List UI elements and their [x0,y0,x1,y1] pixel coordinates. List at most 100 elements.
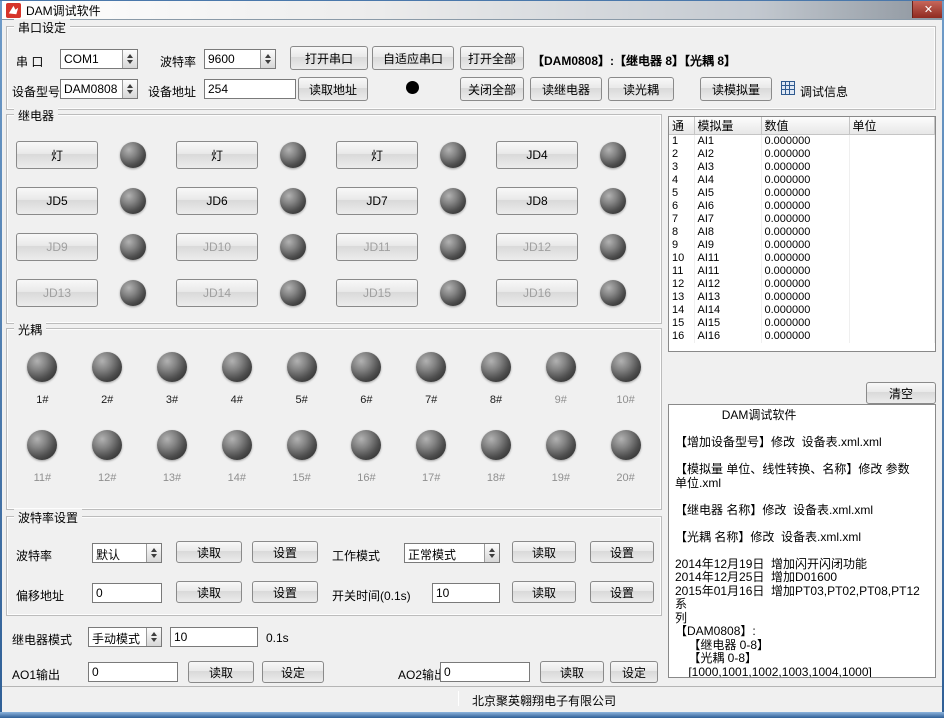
close-button[interactable]: ✕ [912,0,944,18]
analog-table-row[interactable]: 5AI50.000000 [669,187,935,200]
ao2-output-input[interactable] [440,662,530,682]
spinner-icon[interactable] [260,50,275,68]
analog-table-row[interactable]: 4AI40.000000 [669,174,935,187]
baud-read-button[interactable]: 读取 [176,541,242,563]
relay-time-input[interactable] [170,627,258,647]
read-address-button[interactable]: 读取地址 [298,77,368,101]
switchtime-set-button[interactable]: 设置 [590,581,654,603]
spinner-icon[interactable] [122,80,137,98]
relay-button-16[interactable]: JD16 [496,279,578,307]
read-opto-button[interactable]: 读光耦 [608,77,674,101]
relay-button-4[interactable]: JD4 [496,141,578,169]
analog-table-row[interactable]: 1AI10.000000 [669,135,935,149]
col-header-analog[interactable]: 模拟量 [694,117,761,135]
relay-button-2[interactable]: 灯 [176,141,258,169]
clear-button[interactable]: 清空 [866,382,936,404]
relay-indicator-11[interactable] [440,234,466,260]
spinner-icon[interactable] [146,544,161,562]
relay-button-1[interactable]: 灯 [16,141,98,169]
analog-table-row[interactable]: 10AI110.000000 [669,252,935,265]
baud-rate-select[interactable]: 9600 [204,49,276,69]
relay-indicator-8[interactable] [600,188,626,214]
workmode-set-button[interactable]: 设置 [590,541,654,563]
col-header-value[interactable]: 数值 [761,117,849,135]
workmode-read-button[interactable]: 读取 [512,541,576,563]
offset-set-button[interactable]: 设置 [252,581,318,603]
relay-button-14[interactable]: JD14 [176,279,258,307]
relay-indicator-10[interactable] [280,234,306,260]
analog-table-row[interactable]: 15AI150.000000 [669,317,935,330]
relay-indicator-1[interactable] [120,142,146,168]
adaptive-serial-button[interactable]: 自适应串口 [372,46,454,70]
serial-port-select[interactable]: COM1 [60,49,138,69]
work-mode-select[interactable]: 正常模式 [404,543,500,563]
device-model-select[interactable]: DAM0808 [60,79,138,99]
relay-button-13[interactable]: JD13 [16,279,98,307]
open-serial-button[interactable]: 打开串口 [290,46,368,70]
spinner-icon[interactable] [484,544,499,562]
relay-button-7[interactable]: JD7 [336,187,418,215]
analog-table-row[interactable]: 16AI160.000000 [669,330,935,343]
offset-address-input[interactable] [92,583,162,603]
switch-time-input[interactable] [432,583,500,603]
relay-indicator-6[interactable] [280,188,306,214]
baud-set-button[interactable]: 设置 [252,541,318,563]
ao2-read-button[interactable]: 读取 [540,661,604,683]
ao1-set-button[interactable]: 设定 [262,661,324,683]
analog-table-row[interactable]: 14AI140.000000 [669,304,935,317]
relay-button-12[interactable]: JD12 [496,233,578,261]
read-relay-button[interactable]: 读继电器 [530,77,602,101]
ao1-output-input[interactable] [88,662,178,682]
relay-button-8[interactable]: JD8 [496,187,578,215]
baud-setting-select[interactable]: 默认 [92,543,162,563]
relay-button-5[interactable]: JD5 [16,187,98,215]
relay-cell: JD7 [336,187,496,215]
relay-indicator-14[interactable] [280,280,306,306]
analog-table-row[interactable]: 9AI90.000000 [669,239,935,252]
device-address-input[interactable] [204,79,296,99]
relay-button-10[interactable]: JD10 [176,233,258,261]
title-bar[interactable]: DAM调试软件 [2,1,942,20]
relay-button-6[interactable]: JD6 [176,187,258,215]
relay-button-11[interactable]: JD11 [336,233,418,261]
analog-table-row[interactable]: 8AI80.000000 [669,226,935,239]
relay-indicator-15[interactable] [440,280,466,306]
relay-indicator-9[interactable] [120,234,146,260]
info-panel[interactable]: DAM调试软件 【增加设备型号】修改 设备表.xml.xml 【模拟量 单位、线… [668,404,936,678]
analog-table-row[interactable]: 3AI30.000000 [669,161,935,174]
relay-indicator-4[interactable] [600,142,626,168]
analog-table-row[interactable]: 6AI60.000000 [669,200,935,213]
close-all-button[interactable]: 关闭全部 [460,77,524,101]
read-analog-button[interactable]: 读模拟量 [700,77,772,101]
relay-indicator-16[interactable] [600,280,626,306]
analog-table-row[interactable]: 2AI20.000000 [669,148,935,161]
relay-indicator-5[interactable] [120,188,146,214]
col-header-unit[interactable]: 单位 [849,117,935,135]
opto-indicator-13 [157,430,187,460]
relay-indicator-13[interactable] [120,280,146,306]
relay-indicator-12[interactable] [600,234,626,260]
ao2-set-button[interactable]: 设定 [610,661,658,683]
opto-indicator-8 [481,352,511,382]
relay-indicator-2[interactable] [280,142,306,168]
relay-indicator-7[interactable] [440,188,466,214]
offset-read-button[interactable]: 读取 [176,581,242,603]
analog-table-row[interactable]: 11AI110.000000 [669,265,935,278]
switchtime-read-button[interactable]: 读取 [512,581,576,603]
open-all-button[interactable]: 打开全部 [460,46,524,70]
ao1-read-button[interactable]: 读取 [188,661,254,683]
analog-table-row[interactable]: 12AI120.000000 [669,278,935,291]
relay-indicator-3[interactable] [440,142,466,168]
relay-button-9[interactable]: JD9 [16,233,98,261]
spinner-icon[interactable] [146,628,161,646]
col-header-channel[interactable]: 通 [669,117,694,135]
relay-mode-select[interactable]: 手动模式 [88,627,162,647]
debug-info-label[interactable]: 调试信息 [800,83,848,100]
analog-table-row[interactable]: 13AI130.000000 [669,291,935,304]
spinner-icon[interactable] [122,50,137,68]
debug-info-icon[interactable] [780,80,796,96]
analog-table[interactable]: 通 模拟量 数值 单位 1AI10.0000002AI20.0000003AI3… [668,116,936,352]
relay-button-15[interactable]: JD15 [336,279,418,307]
relay-button-3[interactable]: 灯 [336,141,418,169]
analog-table-row[interactable]: 7AI70.000000 [669,213,935,226]
